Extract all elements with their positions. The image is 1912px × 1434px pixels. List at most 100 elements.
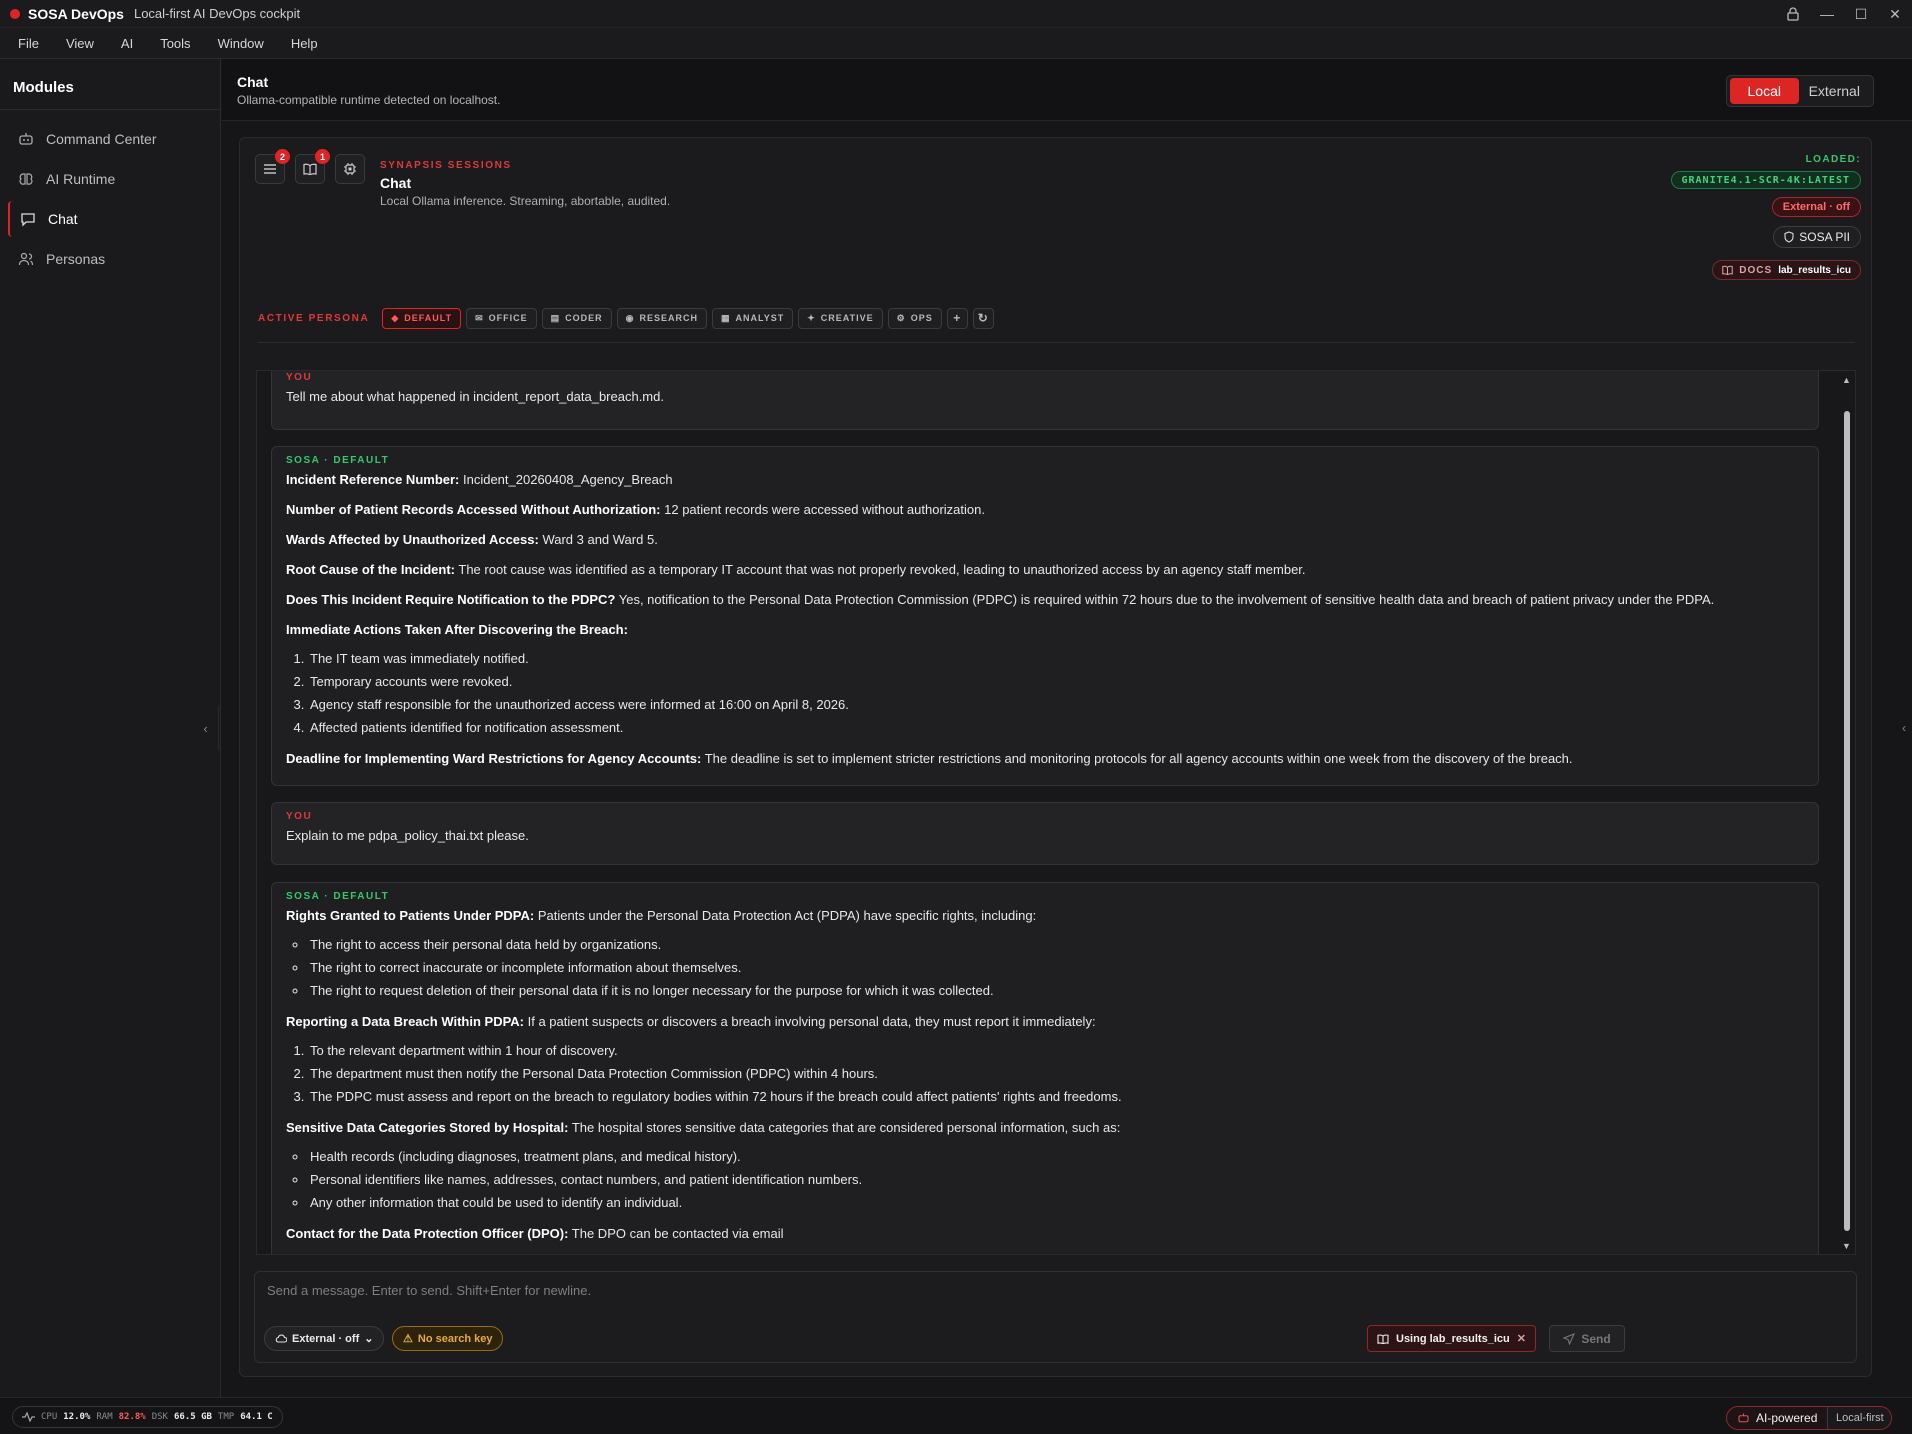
brain-icon <box>18 171 34 187</box>
mode-local-button[interactable]: Local <box>1730 78 1799 104</box>
send-button[interactable]: Send <box>1549 1325 1625 1352</box>
sidebar: Modules Command Center AI Runtime Chat P… <box>0 59 221 1397</box>
sessions-menu-button[interactable]: 2 <box>255 149 290 184</box>
docs-badge[interactable]: DOCS lab_results_icu <box>1712 260 1861 280</box>
docs-button[interactable]: 1 <box>295 149 330 184</box>
menu-file[interactable]: File <box>18 36 39 51</box>
list-item: Health records (including diagnoses, tre… <box>308 1145 1804 1168</box>
minimize-icon[interactable]: — <box>1810 6 1844 22</box>
message-author: SOSA · DEFAULT <box>286 455 390 466</box>
persona-creative-chip[interactable]: ✦ CREATIVE <box>798 307 883 329</box>
persona-office-chip[interactable]: ✉ OFFICE <box>466 307 537 329</box>
docs-label: DOCS <box>1739 264 1773 276</box>
local-first-label: Local-first <box>1827 1407 1891 1429</box>
cpu-value: 12.0% <box>63 1412 91 1422</box>
list-item: Personal identifiers like names, address… <box>308 1168 1804 1191</box>
mail-icon: ✉ <box>475 312 484 323</box>
message-scrollbar[interactable]: ▲ ▼ <box>1841 373 1853 1254</box>
persona-ops-chip[interactable]: ⚙ OPS <box>887 307 942 329</box>
notification-badge: 1 <box>315 149 330 164</box>
menu-bar: File View AI Tools Window Help <box>0 28 1912 59</box>
cpu-chip-icon <box>343 162 357 176</box>
sidebar-item-ai-runtime[interactable]: AI Runtime <box>8 161 213 197</box>
send-label: Send <box>1581 1331 1611 1346</box>
window-controls: — ☐ ✕ <box>1776 0 1912 28</box>
cloud-icon <box>275 1334 287 1343</box>
list-item: Any other information that could be used… <box>308 1191 1804 1214</box>
scroll-up-icon[interactable]: ▲ <box>1842 375 1851 385</box>
sidebar-item-chat[interactable]: Chat <box>8 201 213 237</box>
right-panel-chevron-icon[interactable]: ‹ <box>1896 706 1912 750</box>
book-icon <box>1722 265 1734 275</box>
list-item: Affected patients identified for notific… <box>308 716 1804 739</box>
refresh-personas-button[interactable]: ↻ <box>972 307 994 329</box>
mode-external-button[interactable]: External <box>1799 83 1870 99</box>
user-message: YOU Tell me about what happened in incid… <box>271 371 1819 430</box>
scroll-down-icon[interactable]: ▼ <box>1842 1241 1851 1251</box>
sidebar-collapse-chevron-icon[interactable]: ‹ <box>193 706 219 750</box>
message-input[interactable]: Send a message. Enter to send. Shift+Ent… <box>267 1283 591 1298</box>
sidebar-item-label: Chat <box>48 211 78 227</box>
session-title: Chat <box>380 175 412 191</box>
sidebar-item-label: Command Center <box>46 131 157 147</box>
menu-ai[interactable]: AI <box>121 36 133 51</box>
message-author: YOU <box>286 372 313 383</box>
list-item: To the relevant department within 1 hour… <box>308 1039 1804 1062</box>
menu-tools[interactable]: Tools <box>160 36 190 51</box>
menu-window[interactable]: Window <box>218 36 264 51</box>
sidebar-item-command-center[interactable]: Command Center <box>8 121 213 157</box>
title-bar: SOSA DevOps Local-first AI DevOps cockpi… <box>0 0 1912 28</box>
book-icon <box>303 163 317 175</box>
system-stats[interactable]: CPU 12.0% RAM 82.8% DSK 66.5 GB TMP 64.1 C <box>12 1406 283 1428</box>
warning-icon: ⚠ <box>403 1333 413 1345</box>
robot-icon <box>18 131 34 147</box>
remove-document-close-icon[interactable]: ✕ <box>1517 1332 1526 1345</box>
add-persona-button[interactable]: + <box>946 307 968 329</box>
message-list[interactable]: YOU Tell me about what happened in incid… <box>256 370 1856 1255</box>
persona-research-chip[interactable]: ◉ RESEARCH <box>616 307 708 329</box>
sidebar-title: Modules <box>0 59 220 110</box>
page-subtitle: Ollama-compatible runtime detected on lo… <box>237 93 501 107</box>
sidebar-item-label: Personas <box>46 251 106 267</box>
active-document-chip[interactable]: Using lab_results_icu ✕ <box>1367 1325 1536 1352</box>
notification-badge: 2 <box>275 149 290 164</box>
menu-help[interactable]: Help <box>291 36 318 51</box>
menu-view[interactable]: View <box>66 36 94 51</box>
persona-default-chip[interactable]: ◆ DEFAULT <box>382 307 462 329</box>
lock-icon[interactable] <box>1776 7 1810 21</box>
message-author: YOU <box>286 811 313 822</box>
runtime-mode-toggle: Local External <box>1726 75 1874 107</box>
scrollbar-thumb[interactable] <box>1844 411 1850 1231</box>
message-composer: Send a message. Enter to send. Shift+Ent… <box>254 1271 1857 1363</box>
book-icon <box>1377 1333 1389 1344</box>
persona-analyst-chip[interactable]: ▦ ANALYST <box>712 307 794 329</box>
gear-icon: ⚙ <box>896 312 906 323</box>
no-search-key-badge[interactable]: ⚠ No search key <box>392 1326 504 1351</box>
close-icon[interactable]: ✕ <box>1878 6 1912 23</box>
external-search-dropdown[interactable]: External · off ⌄ <box>264 1326 385 1351</box>
status-bar: CPU 12.0% RAM 82.8% DSK 66.5 GB TMP 64.1 C A… <box>0 1397 1912 1434</box>
active-document-label: Using lab_results_icu <box>1396 1332 1510 1345</box>
sidebar-item-personas[interactable]: Personas <box>8 241 213 277</box>
maximize-icon[interactable]: ☐ <box>1844 6 1878 23</box>
list-item: The PDPC must assess and report on the b… <box>308 1085 1804 1108</box>
rights-list: The right to access their personal data … <box>308 933 1804 1002</box>
chevron-down-icon: ⌄ <box>364 1333 374 1345</box>
message-text: Tell me about what happened in incident_… <box>286 389 664 404</box>
no-search-key-label: No search key <box>417 1332 493 1345</box>
user-message: YOU Explain to me pdpa_policy_thai.txt p… <box>271 802 1819 865</box>
external-search-label: External · off <box>292 1332 360 1345</box>
research-icon: ◉ <box>625 312 635 323</box>
persona-coder-chip[interactable]: ▤ CODER <box>541 307 612 329</box>
list-item: The right to correct inaccurate or incom… <box>308 956 1804 979</box>
external-status-badge[interactable]: External · off <box>1771 197 1861 217</box>
list-item: The right to access their personal data … <box>308 933 1804 956</box>
pii-badge[interactable]: SOSA PII <box>1773 226 1861 248</box>
chip-settings-button[interactable] <box>335 154 365 184</box>
docs-value: lab_results_icu <box>1778 264 1851 276</box>
page-header: Chat Ollama-compatible runtime detected … <box>222 59 1912 121</box>
session-subtitle: Local Ollama inference. Streaming, abort… <box>380 194 671 208</box>
diamond-icon: ◆ <box>391 312 400 323</box>
ai-status-badge[interactable]: AI-powered Local-first <box>1726 1406 1892 1430</box>
list-item: Temporary accounts were revoked. <box>308 670 1804 693</box>
